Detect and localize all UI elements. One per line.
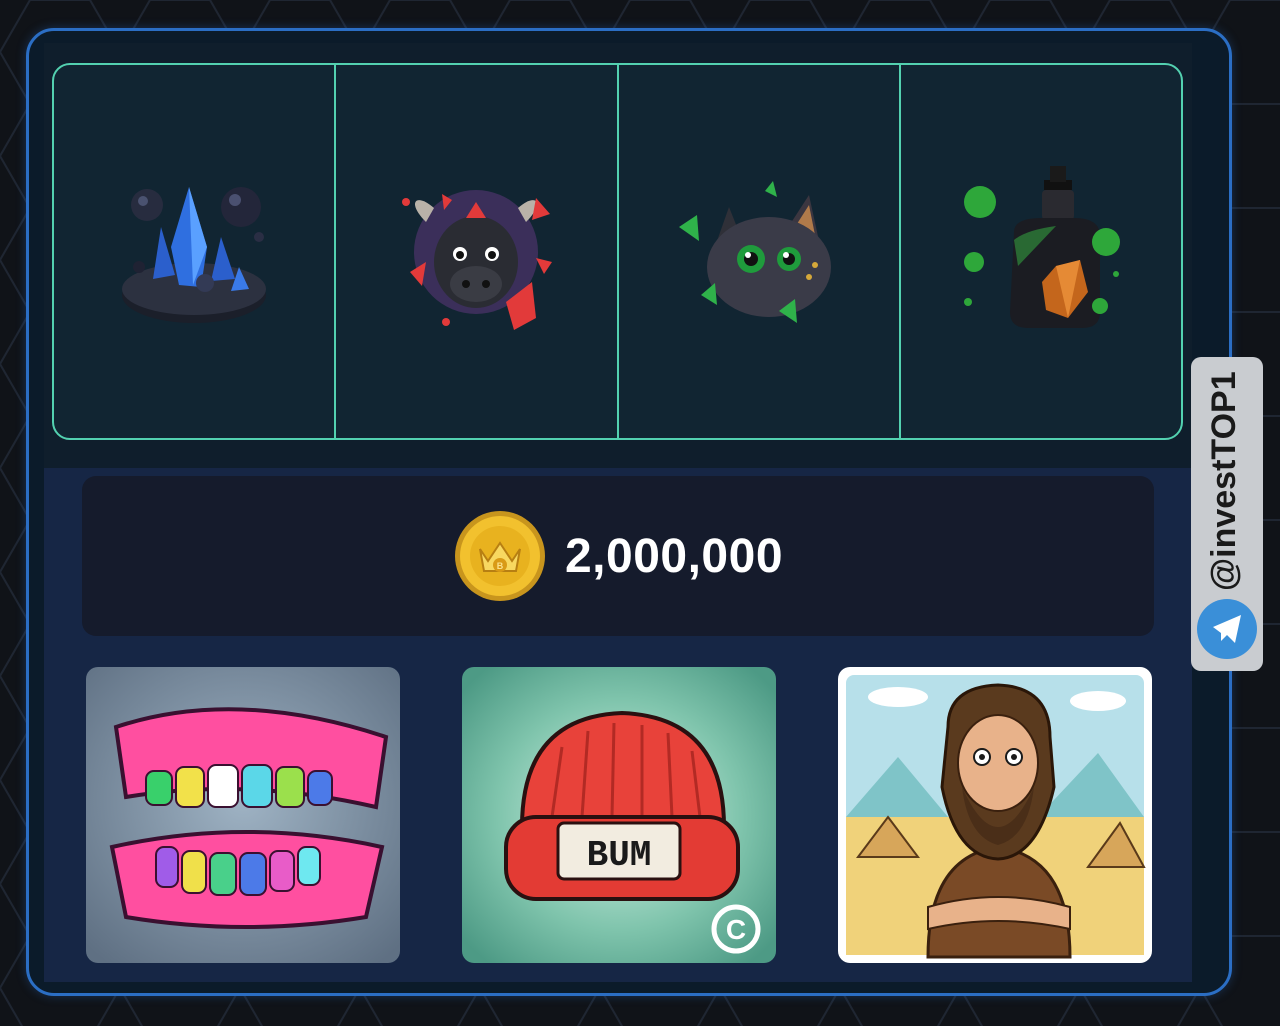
- svg-text:B: B: [497, 561, 504, 571]
- price-bar[interactable]: B 2,000,000: [82, 476, 1154, 636]
- crystal-platform-icon: [122, 186, 267, 323]
- coin-icon: B: [454, 511, 545, 601]
- bum-label: BUM: [587, 835, 652, 876]
- potion-bottle-icon: [963, 165, 1120, 328]
- card-row-panel: [44, 43, 1192, 473]
- card-crystals[interactable]: [54, 65, 337, 438]
- offer-panel: B 2,000,000 BUM C: [44, 468, 1192, 982]
- tile-rainbow-teeth[interactable]: [86, 667, 400, 963]
- bum-hat-image: BUM C: [462, 667, 776, 963]
- telegram-icon: [1197, 599, 1257, 659]
- watermark-handle: @investTOP1: [1205, 371, 1243, 591]
- card-potion[interactable]: [901, 65, 1181, 438]
- cards-grid: [52, 63, 1183, 440]
- bull-icon: [402, 189, 553, 330]
- telegram-watermark[interactable]: @investTOP1: [1191, 357, 1263, 671]
- card-bull[interactable]: [336, 65, 619, 438]
- tile-bearded-man[interactable]: [838, 667, 1152, 963]
- bearded-man-image: [846, 675, 1146, 959]
- price-amount: 2,000,000: [564, 529, 784, 583]
- rainbow-teeth-image: [86, 667, 400, 963]
- cat-icon: [678, 180, 831, 323]
- svg-text:C: C: [726, 914, 746, 945]
- tile-bum-hat[interactable]: BUM C: [462, 667, 776, 963]
- card-cat[interactable]: [619, 65, 901, 438]
- main-frame: B 2,000,000 BUM C: [26, 28, 1232, 996]
